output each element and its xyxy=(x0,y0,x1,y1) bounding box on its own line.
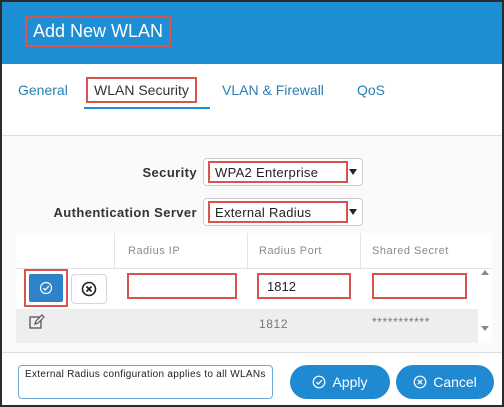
table-row: 1812 *********** xyxy=(16,309,478,343)
radius-table: Radius IP Radius Port Shared Secret 1812… xyxy=(16,233,492,343)
security-form: Security WPA2 Enterprise Authentication … xyxy=(2,136,502,352)
apply-label: Apply xyxy=(332,374,368,390)
save-row-button[interactable] xyxy=(29,274,63,302)
security-label: Security xyxy=(142,165,197,180)
cancel-button[interactable]: Cancel xyxy=(396,365,494,399)
dialog-title-highlight: Add New WLAN xyxy=(25,16,172,47)
shared-secret-value: *********** xyxy=(372,315,430,329)
column-divider xyxy=(247,233,248,269)
apply-button[interactable]: Apply xyxy=(290,365,390,399)
security-select[interactable]: WPA2 Enterprise xyxy=(203,158,363,186)
save-row-highlight xyxy=(24,269,68,307)
auth-server-select[interactable]: External Radius xyxy=(203,198,363,226)
discard-row-button[interactable] xyxy=(71,274,107,304)
table-edit-row xyxy=(16,269,478,309)
column-header-radius-ip: Radius IP xyxy=(128,245,181,257)
dialog-title: Add New WLAN xyxy=(33,21,164,41)
dialog-footer: External Radius configuration applies to… xyxy=(2,352,502,405)
cancel-label: Cancel xyxy=(433,374,477,390)
add-wlan-dialog: Add New WLAN General WLAN Security VLAN … xyxy=(0,0,504,407)
auth-server-label: Authentication Server xyxy=(53,205,197,220)
tab-qos[interactable]: QoS xyxy=(357,82,385,98)
column-divider xyxy=(360,233,361,269)
x-circle-icon xyxy=(81,281,97,297)
info-note: External Radius configuration applies to… xyxy=(18,365,273,399)
dialog-header: Add New WLAN xyxy=(2,2,502,64)
table-header-row: Radius IP Radius Port Shared Secret xyxy=(16,233,492,269)
scroll-down-icon[interactable] xyxy=(481,326,489,331)
radius-ip-input[interactable] xyxy=(127,273,237,299)
scroll-up-icon[interactable] xyxy=(481,270,489,275)
pencil-edit-icon[interactable] xyxy=(28,313,46,331)
chevron-down-icon xyxy=(349,209,357,215)
shared-secret-input[interactable] xyxy=(372,273,467,299)
radius-port-input[interactable] xyxy=(257,273,351,299)
tab-general[interactable]: General xyxy=(18,82,68,98)
chevron-down-icon xyxy=(349,169,357,175)
column-header-radius-port: Radius Port xyxy=(259,245,322,257)
tab-vlan-firewall[interactable]: VLAN & Firewall xyxy=(222,82,324,98)
column-header-shared-secret: Shared Secret xyxy=(372,245,449,257)
check-circle-icon xyxy=(39,281,53,295)
tab-bar: General WLAN Security VLAN & Firewall Qo… xyxy=(2,64,502,136)
security-select-value: WPA2 Enterprise xyxy=(208,161,348,183)
tab-wlan-security[interactable]: WLAN Security xyxy=(86,77,197,103)
x-circle-icon xyxy=(413,375,427,389)
auth-server-select-value: External Radius xyxy=(208,201,348,223)
active-tab-indicator xyxy=(84,107,210,109)
radius-port-value: 1812 xyxy=(259,317,289,331)
check-circle-icon xyxy=(313,375,326,389)
table-scrollbar[interactable] xyxy=(478,270,492,344)
column-divider xyxy=(114,233,115,269)
